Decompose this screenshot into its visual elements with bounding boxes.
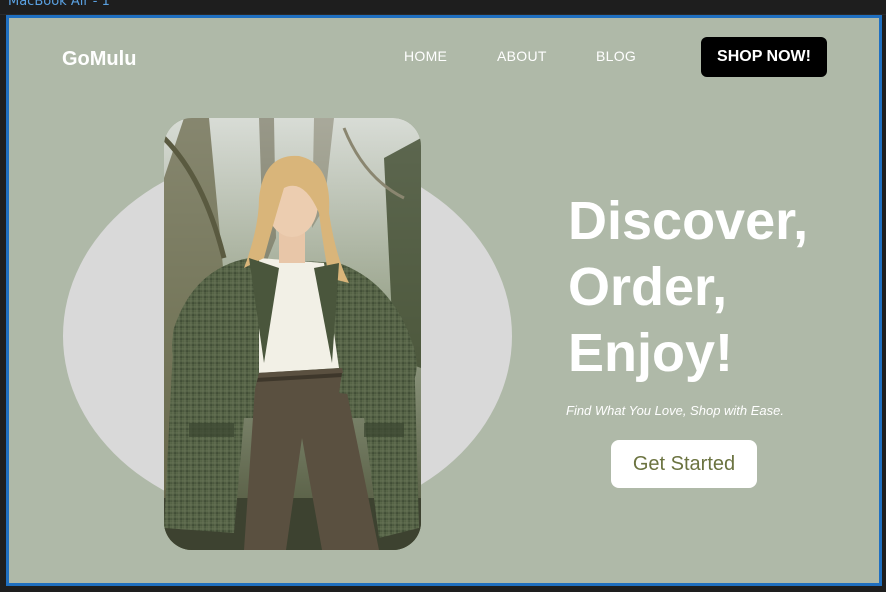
hero-tagline: Find What You Love, Shop with Ease. <box>566 403 785 418</box>
model-photo-illustration <box>164 118 421 550</box>
get-started-button[interactable]: Get Started <box>611 440 757 488</box>
brand-logo[interactable]: GoMulu <box>62 48 136 71</box>
artboard-frame[interactable]: GoMulu HOME ABOUT BLOG SHOP NOW! Discove… <box>6 15 882 586</box>
nav-about-link[interactable]: ABOUT <box>497 48 547 64</box>
headline-line-3: Enjoy! <box>568 323 734 383</box>
headline-line-1: Discover, <box>568 191 809 251</box>
nav-blog-link[interactable]: BLOG <box>596 48 636 64</box>
hero-headline: Discover, Order, Enjoy! <box>568 188 808 386</box>
hero-model-photo <box>164 118 421 550</box>
shop-now-button[interactable]: SHOP NOW! <box>701 37 827 77</box>
frame-label[interactable]: MacBook Air - 1 <box>8 0 110 9</box>
headline-line-2: Order, <box>568 257 728 317</box>
nav-home-link[interactable]: HOME <box>404 48 447 64</box>
